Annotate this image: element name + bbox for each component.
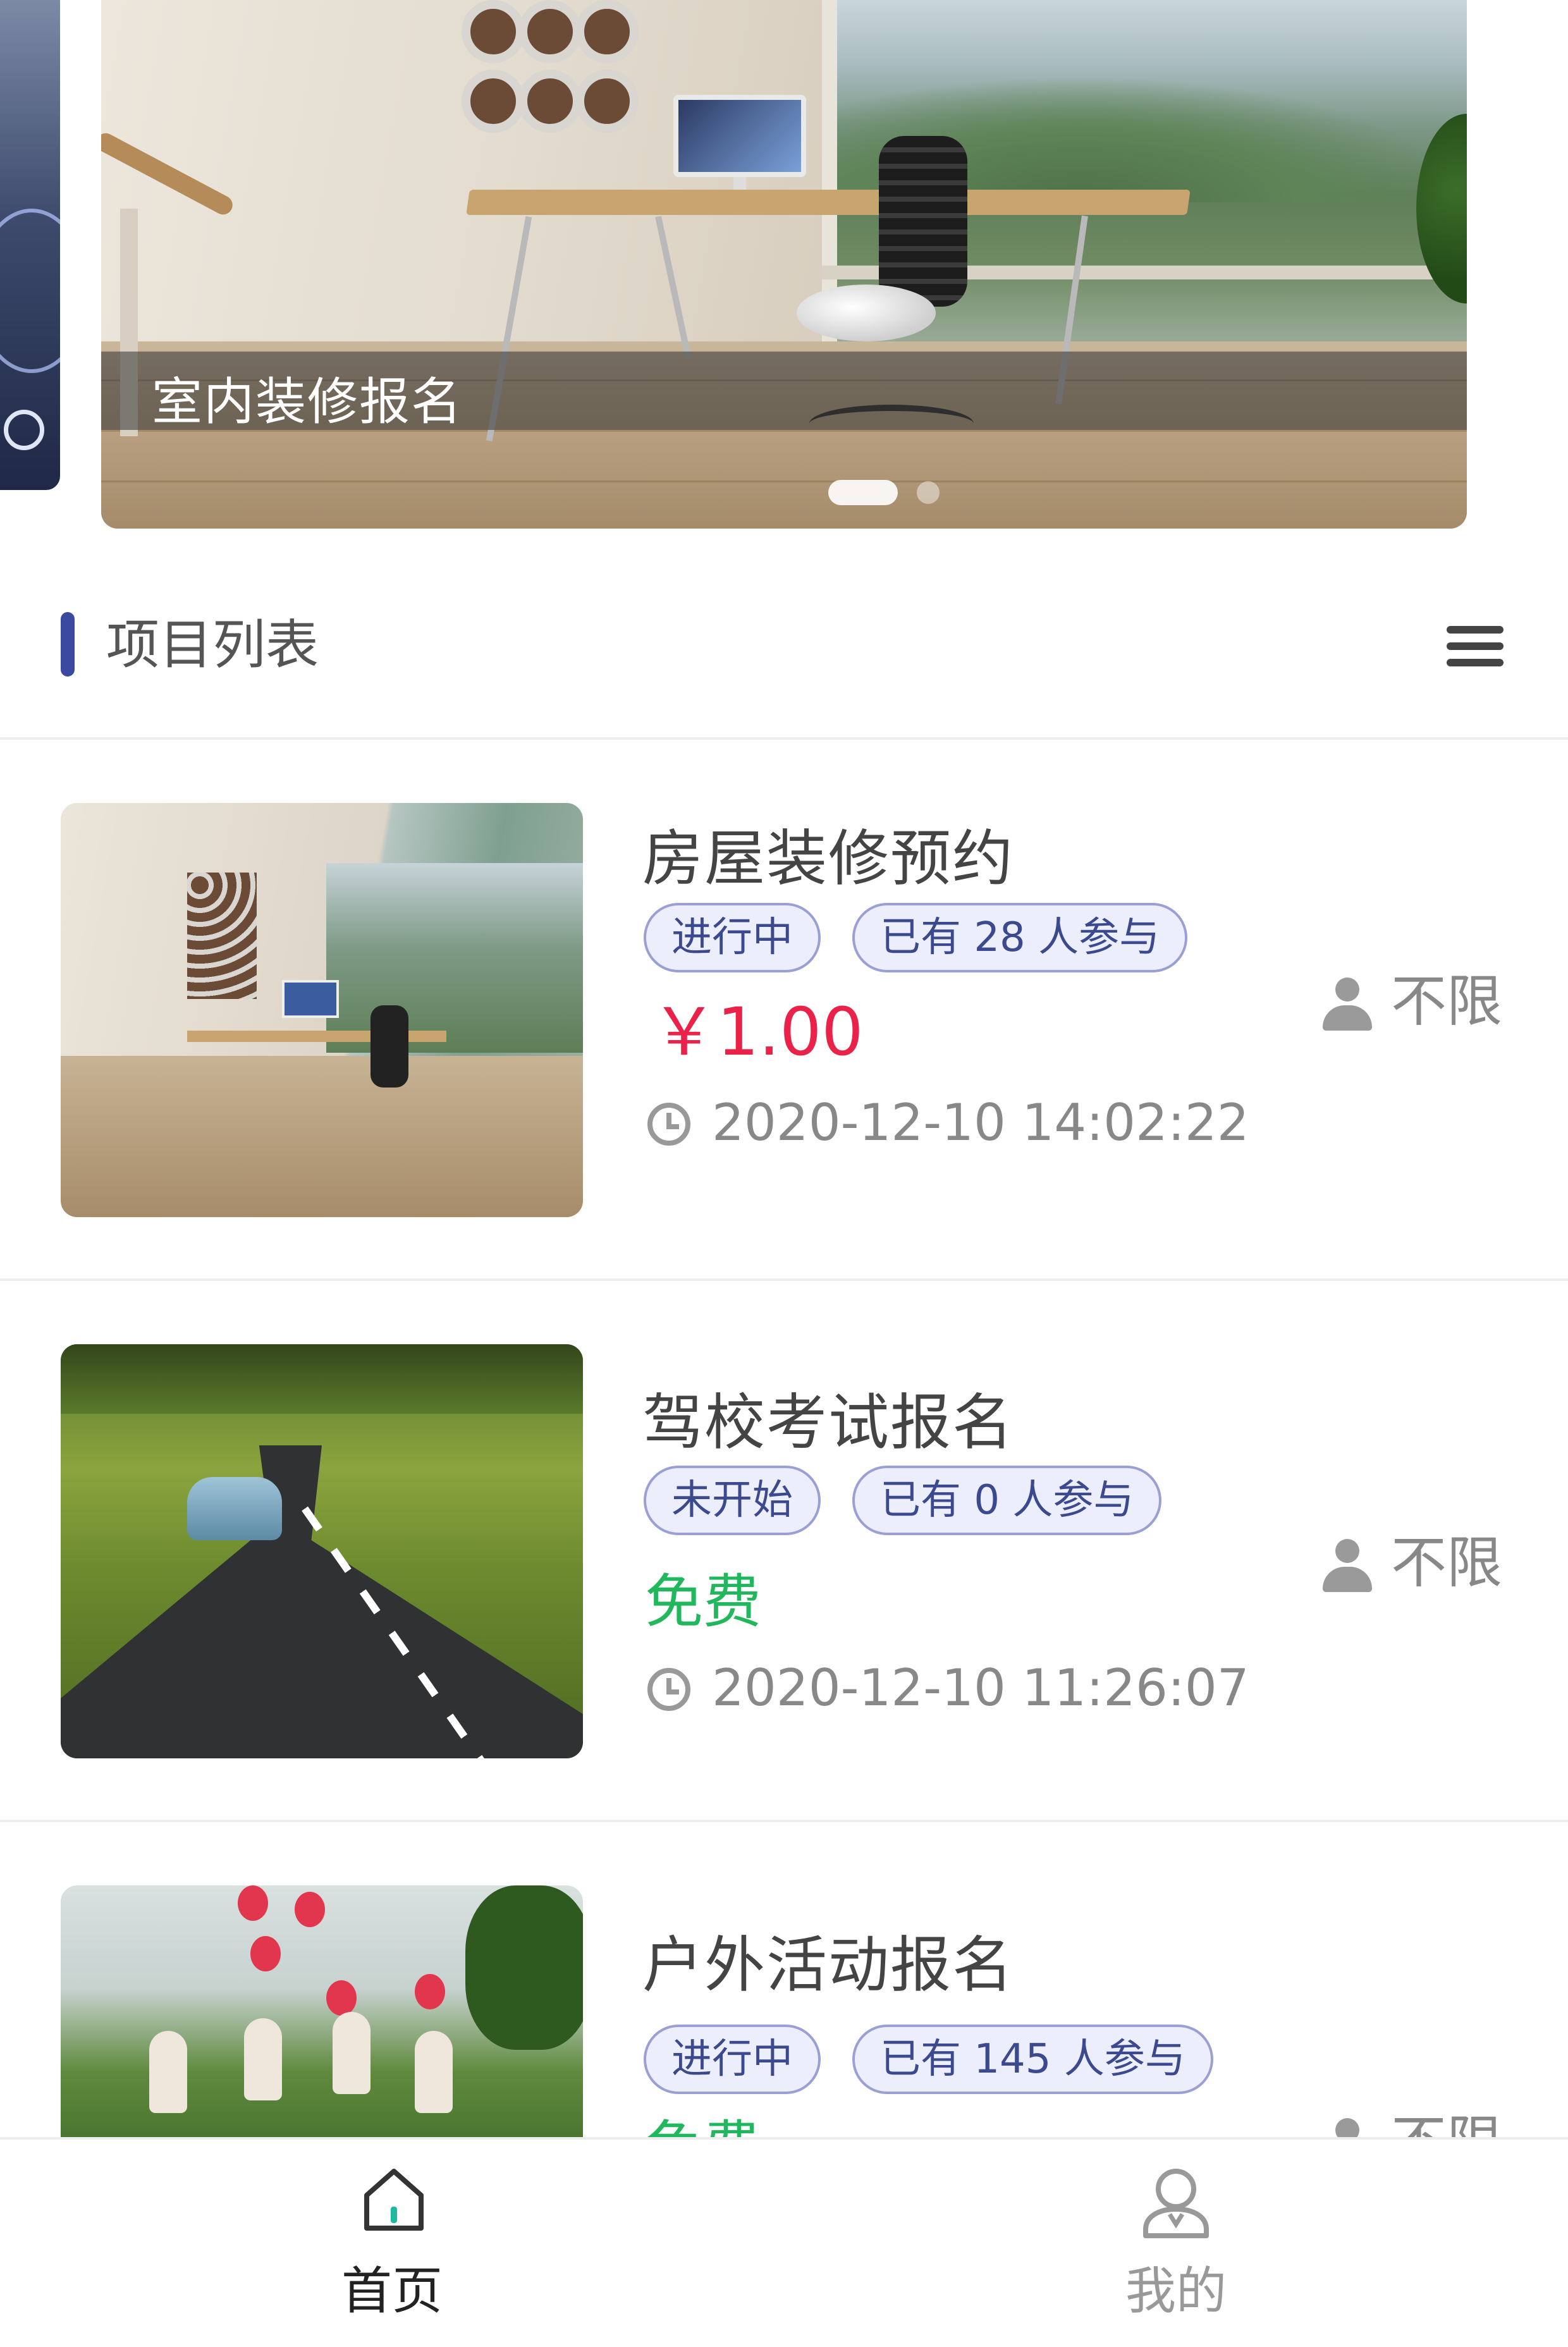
project-time: 2020-12-10 14:02:22	[712, 1093, 1249, 1152]
banner-shelf	[518, 0, 582, 63]
bottom-tab-bar: 首页 我的	[0, 2137, 1568, 2347]
clock-icon	[647, 1103, 690, 1146]
banner-shelf	[462, 0, 525, 63]
participants-badge: 已有 0 人参与	[852, 1466, 1162, 1535]
clock-icon	[647, 1668, 690, 1711]
section-accent-bar	[61, 612, 75, 677]
project-price: ￥1.00	[651, 993, 864, 1070]
banner-shelf	[518, 70, 582, 133]
banner-slide[interactable]: 室内装修报名	[101, 0, 1467, 529]
status-badge: 进行中	[644, 903, 821, 972]
person-icon-body	[1323, 1567, 1372, 1592]
thumb-person	[149, 2031, 187, 2113]
tab-mine[interactable]: 我的	[986, 2140, 1366, 2347]
thumb-person	[415, 2031, 453, 2113]
thumb-person	[244, 2018, 282, 2100]
section-header: 项目列表	[0, 594, 1568, 699]
banner-chair-seat	[797, 285, 936, 341]
thumb-chair	[371, 1005, 408, 1088]
carousel-indicator[interactable]	[917, 481, 940, 504]
home-icon	[364, 2169, 424, 2231]
menu-icon[interactable]	[1447, 626, 1504, 670]
banner-monitor	[673, 95, 806, 177]
thumb-floor	[61, 1056, 583, 1217]
project-title: 户外活动报名	[642, 1930, 1014, 2001]
section-title: 项目列表	[106, 614, 319, 676]
person-icon-head	[1335, 977, 1359, 1002]
banner-shelf	[575, 0, 639, 63]
banner-prev-decoration	[0, 209, 60, 373]
banner-shelf	[462, 70, 525, 133]
project-title: 房屋装修预约	[642, 823, 1014, 894]
thumb-balloon	[415, 1974, 445, 2009]
tab-home-label: 首页	[341, 2262, 443, 2320]
carousel-indicator-active[interactable]	[828, 480, 898, 505]
status-badge: 未开始	[644, 1466, 821, 1535]
participants-badge: 已有 28 人参与	[852, 903, 1188, 972]
thumb-car	[187, 1477, 282, 1540]
project-thumbnail[interactable]	[61, 803, 583, 1217]
banner-chair-back	[879, 136, 967, 307]
thumb-shelf	[187, 873, 257, 999]
banner-desk	[466, 190, 1191, 215]
thumb-trees	[61, 1344, 583, 1414]
project-limit: 不限	[1391, 969, 1503, 1034]
banner-prev-ring	[4, 410, 44, 450]
tab-mine-label: 我的	[1125, 2262, 1227, 2320]
thumb-balloon	[326, 1980, 357, 2016]
project-price: 免费	[645, 1568, 762, 1636]
project-item[interactable]: 驾校考试报名 未开始 已有 0 人参与 免费 2020-12-10 11:26:…	[0, 1281, 1568, 1825]
person-icon-head	[1335, 1539, 1359, 1563]
thumb-balloon	[295, 1892, 325, 1927]
person-icon	[1320, 977, 1373, 1032]
project-limit: 不限	[1391, 1530, 1503, 1595]
person-icon-body	[1323, 1005, 1372, 1031]
menu-icon-line	[1447, 626, 1504, 634]
floor-line	[101, 481, 1467, 482]
tab-home[interactable]: 首页	[202, 2140, 582, 2347]
project-time: 2020-12-10 11:26:07	[712, 1658, 1249, 1717]
thumb-tree	[465, 1885, 583, 2050]
app-screen: 室内装修报名 项目列表 房屋装修预约 进行中 已有 28 人参与 ￥1.00 2…	[0, 0, 1568, 2347]
person-icon	[1320, 1539, 1373, 1593]
banner-prev-slide[interactable]	[0, 0, 60, 490]
participants-badge: 已有 145 人参与	[852, 2025, 1213, 2094]
project-thumbnail[interactable]	[61, 1344, 583, 1758]
thumb-balloon	[238, 1885, 268, 1921]
user-icon	[1143, 2169, 1209, 2238]
menu-icon-line	[1447, 659, 1504, 666]
project-item[interactable]: 房屋装修预约 进行中 已有 28 人参与 ￥1.00 2020-12-10 14…	[0, 740, 1568, 1284]
thumb-window	[326, 863, 583, 1053]
status-badge: 进行中	[644, 2025, 821, 2094]
thumb-road	[61, 1445, 583, 1758]
project-title: 驾校考试报名	[642, 1387, 1014, 1458]
banner-caption: 室内装修报名	[152, 372, 463, 431]
thumb-monitor	[282, 980, 339, 1018]
thumb-balloon	[250, 1936, 281, 1971]
thumb-person	[333, 2012, 371, 2094]
banner-shelf	[575, 70, 639, 133]
menu-icon-line	[1447, 642, 1504, 650]
